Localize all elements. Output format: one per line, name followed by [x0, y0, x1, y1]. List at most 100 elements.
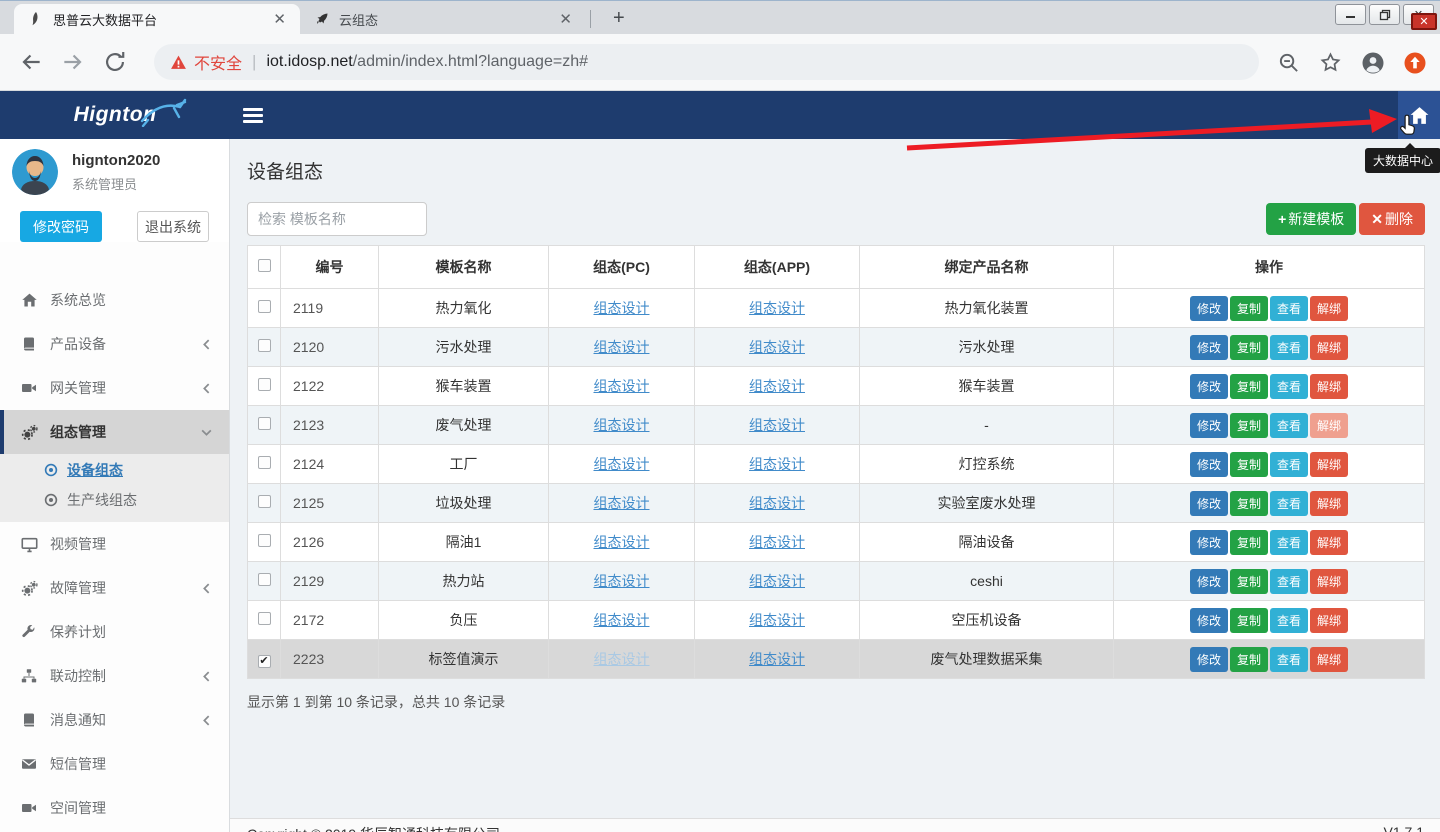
modify-button[interactable]: 修改	[1190, 335, 1228, 360]
pc-design-link[interactable]: 组态设计	[594, 456, 650, 472]
tab2-close-icon[interactable]: ✕	[555, 10, 576, 28]
unbind-button[interactable]: 解绑	[1310, 647, 1348, 672]
bookmark-star-icon[interactable]	[1319, 51, 1342, 74]
unbind-button[interactable]: 解绑	[1310, 491, 1348, 516]
bigdata-home-button[interactable]	[1398, 91, 1440, 139]
tab1-close-icon[interactable]: ✕	[269, 10, 290, 28]
sidebar-item-8[interactable]: 消息通知	[0, 698, 229, 742]
insecure-warning-icon[interactable]	[170, 54, 187, 71]
pc-design-link[interactable]: 组态设计	[594, 573, 650, 589]
modify-button[interactable]: 修改	[1190, 452, 1228, 477]
app-design-link[interactable]: 组态设计	[749, 495, 805, 511]
sidebar-item-0[interactable]: 系统总览	[0, 278, 229, 322]
copy-button[interactable]: 复制	[1230, 647, 1268, 672]
modify-button[interactable]: 修改	[1190, 569, 1228, 594]
modify-button[interactable]: 修改	[1190, 530, 1228, 555]
pc-design-link[interactable]: 组态设计	[594, 300, 650, 316]
new-template-button[interactable]: +新建模板	[1266, 203, 1356, 235]
app-design-link[interactable]: 组态设计	[749, 417, 805, 433]
minimize-button[interactable]	[1335, 4, 1366, 25]
copy-button[interactable]: 复制	[1230, 569, 1268, 594]
sidebar-item-7[interactable]: 联动控制	[0, 654, 229, 698]
logout-button[interactable]: 退出系统	[137, 211, 209, 242]
app-design-link[interactable]: 组态设计	[749, 300, 805, 316]
sidebar-item-1[interactable]: 产品设备	[0, 322, 229, 366]
modify-button[interactable]: 修改	[1190, 413, 1228, 438]
row-checkbox[interactable]	[258, 456, 271, 469]
insecure-label[interactable]: 不安全	[194, 50, 242, 74]
unbind-button[interactable]: 解绑	[1310, 452, 1348, 477]
unbind-button[interactable]: 解绑	[1310, 296, 1348, 321]
sidebar-item-6[interactable]: 保养计划	[0, 610, 229, 654]
profile-avatar-icon[interactable]	[1361, 51, 1384, 74]
sidebar-item-2[interactable]: 网关管理	[0, 366, 229, 410]
app-design-link[interactable]: 组态设计	[749, 534, 805, 550]
change-password-button[interactable]: 修改密码	[20, 211, 102, 242]
copy-button[interactable]: 复制	[1230, 335, 1268, 360]
app-design-link[interactable]: 组态设计	[749, 651, 805, 667]
url-path[interactable]: /admin/index.html?language=zh#	[353, 53, 588, 71]
copy-button[interactable]: 复制	[1230, 530, 1268, 555]
new-tab-button[interactable]: +	[605, 7, 633, 30]
row-checkbox[interactable]	[258, 339, 271, 352]
select-all-checkbox[interactable]	[258, 259, 271, 272]
view-button[interactable]: 查看	[1270, 335, 1308, 360]
restore-button[interactable]	[1369, 4, 1400, 25]
browser-tab-inactive[interactable]: 云组态 ✕	[300, 4, 586, 34]
pc-design-link[interactable]: 组态设计	[594, 495, 650, 511]
back-button[interactable]	[18, 49, 44, 75]
row-checkbox[interactable]	[258, 300, 271, 313]
modify-button[interactable]: 修改	[1190, 491, 1228, 516]
browser-tab-active[interactable]: 思普云大数据平台 ✕	[14, 4, 300, 34]
address-bar[interactable]: 不安全 | iot.idosp.net/admin/index.html?lan…	[154, 44, 1259, 80]
view-button[interactable]: 查看	[1270, 296, 1308, 321]
copy-button[interactable]: 复制	[1230, 296, 1268, 321]
view-button[interactable]: 查看	[1270, 647, 1308, 672]
view-button[interactable]: 查看	[1270, 413, 1308, 438]
app-design-link[interactable]: 组态设计	[749, 573, 805, 589]
copy-button[interactable]: 复制	[1230, 374, 1268, 399]
unbind-button[interactable]: 解绑	[1310, 608, 1348, 633]
unbind-button[interactable]: 解绑	[1310, 569, 1348, 594]
row-checkbox[interactable]	[258, 573, 271, 586]
app-design-link[interactable]: 组态设计	[749, 456, 805, 472]
browser-update-icon[interactable]	[1403, 51, 1426, 74]
view-button[interactable]: 查看	[1270, 569, 1308, 594]
sidebar-subitem-3-0[interactable]: 设备组态	[0, 455, 229, 485]
search-input[interactable]	[247, 202, 427, 236]
pc-design-link[interactable]: 组态设计	[594, 612, 650, 628]
view-button[interactable]: 查看	[1270, 608, 1308, 633]
modify-button[interactable]: 修改	[1190, 608, 1228, 633]
reload-button[interactable]	[102, 49, 128, 75]
row-checkbox[interactable]: ✔	[258, 655, 271, 668]
app-logo[interactable]: Hignton	[0, 91, 230, 139]
sidebar-subitem-3-1[interactable]: 生产线组态	[0, 485, 229, 515]
copy-button[interactable]: 复制	[1230, 413, 1268, 438]
unbind-button[interactable]: 解绑	[1310, 530, 1348, 555]
zoom-out-icon[interactable]	[1277, 51, 1300, 74]
delete-button[interactable]: ✕删除	[1359, 203, 1425, 235]
sidebar-item-5[interactable]: 故障管理	[0, 566, 229, 610]
sidebar-item-4[interactable]: 视频管理	[0, 522, 229, 566]
sidebar-item-3[interactable]: 组态管理	[0, 410, 229, 454]
pc-design-link[interactable]: 组态设计	[594, 417, 650, 433]
copy-button[interactable]: 复制	[1230, 452, 1268, 477]
view-button[interactable]: 查看	[1270, 530, 1308, 555]
row-checkbox[interactable]	[258, 612, 271, 625]
app-design-link[interactable]: 组态设计	[749, 339, 805, 355]
sidebar-toggle-button[interactable]	[243, 105, 263, 126]
pc-design-link[interactable]: 组态设计	[594, 534, 650, 550]
close-button[interactable]: ✕ ✕	[1403, 4, 1434, 25]
row-checkbox[interactable]	[258, 378, 271, 391]
app-design-link[interactable]: 组态设计	[749, 612, 805, 628]
app-design-link[interactable]: 组态设计	[749, 378, 805, 394]
view-button[interactable]: 查看	[1270, 452, 1308, 477]
row-checkbox[interactable]	[258, 495, 271, 508]
unbind-button[interactable]: 解绑	[1310, 374, 1348, 399]
pc-design-link[interactable]: 组态设计	[594, 339, 650, 355]
modify-button[interactable]: 修改	[1190, 647, 1228, 672]
view-button[interactable]: 查看	[1270, 491, 1308, 516]
copy-button[interactable]: 复制	[1230, 491, 1268, 516]
pc-design-link[interactable]: 组态设计	[594, 378, 650, 394]
sidebar-item-9[interactable]: 短信管理	[0, 742, 229, 786]
